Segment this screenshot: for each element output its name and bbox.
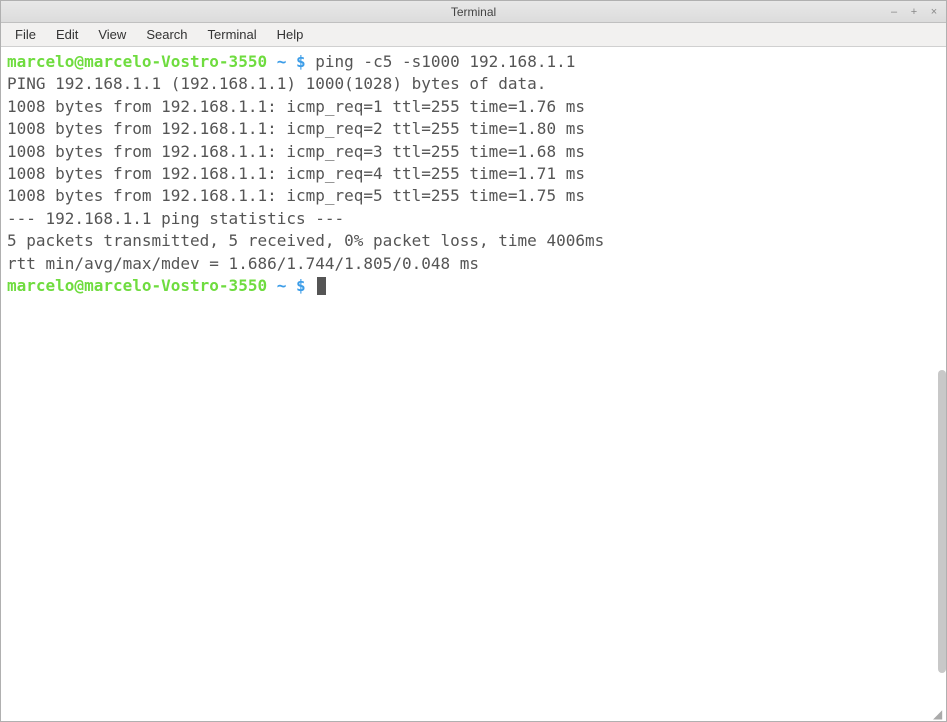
output-line: 5 packets transmitted, 5 received, 0% pa… — [7, 230, 940, 252]
minimize-icon[interactable]: – — [888, 6, 900, 18]
menu-search[interactable]: Search — [136, 24, 197, 45]
output-line: rtt min/avg/max/mdev = 1.686/1.744/1.805… — [7, 253, 940, 275]
scrollbar-track[interactable] — [937, 47, 947, 720]
titlebar[interactable]: Terminal – + × — [1, 1, 946, 23]
terminal-window: Terminal – + × File Edit View Search Ter… — [0, 0, 947, 722]
menubar: File Edit View Search Terminal Help — [1, 23, 946, 47]
prompt-user: marcelo@marcelo-Vostro-3550 — [7, 276, 267, 295]
resize-grip-icon[interactable]: ◢ — [933, 708, 945, 720]
prompt-user: marcelo@marcelo-Vostro-3550 — [7, 52, 267, 71]
cursor-icon — [317, 277, 326, 295]
command-text: ping -c5 -s1000 192.168.1.1 — [315, 52, 575, 71]
output-line: 1008 bytes from 192.168.1.1: icmp_req=3 … — [7, 141, 940, 163]
menu-file[interactable]: File — [5, 24, 46, 45]
output-line: 1008 bytes from 192.168.1.1: icmp_req=5 … — [7, 185, 940, 207]
menu-edit[interactable]: Edit — [46, 24, 88, 45]
prompt-line: marcelo@marcelo-Vostro-3550 ~ $ — [7, 275, 940, 297]
output-line: 1008 bytes from 192.168.1.1: icmp_req=2 … — [7, 118, 940, 140]
window-controls: – + × — [888, 6, 940, 18]
menu-help[interactable]: Help — [267, 24, 314, 45]
menu-terminal[interactable]: Terminal — [198, 24, 267, 45]
close-icon[interactable]: × — [928, 6, 940, 18]
output-line: PING 192.168.1.1 (192.168.1.1) 1000(1028… — [7, 73, 940, 95]
prompt-symbol: ~ $ — [267, 276, 315, 295]
window-title: Terminal — [451, 5, 496, 19]
scrollbar-thumb[interactable] — [938, 370, 946, 673]
menu-view[interactable]: View — [88, 24, 136, 45]
command-line: marcelo@marcelo-Vostro-3550 ~ $ ping -c5… — [7, 51, 940, 73]
terminal-body[interactable]: marcelo@marcelo-Vostro-3550 ~ $ ping -c5… — [1, 47, 946, 721]
prompt-symbol: ~ $ — [267, 52, 315, 71]
output-line: --- 192.168.1.1 ping statistics --- — [7, 208, 940, 230]
output-line: 1008 bytes from 192.168.1.1: icmp_req=4 … — [7, 163, 940, 185]
output-line: 1008 bytes from 192.168.1.1: icmp_req=1 … — [7, 96, 940, 118]
maximize-icon[interactable]: + — [908, 6, 920, 18]
